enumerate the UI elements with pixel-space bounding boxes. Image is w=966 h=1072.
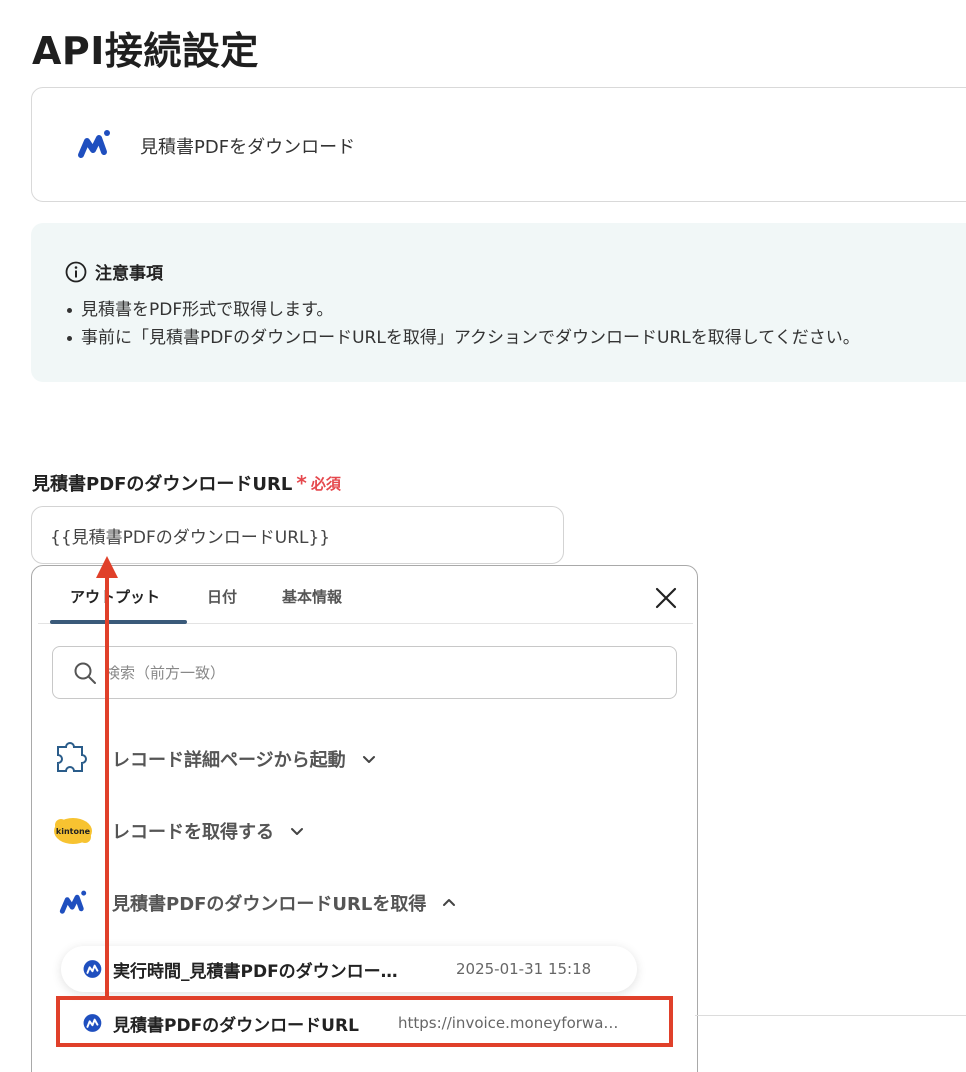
- action-card: 見積書PDFをダウンロード: [31, 87, 966, 202]
- group-get-download-url[interactable]: 見積書PDFのダウンロードURLを取得: [52, 883, 458, 923]
- action-label: 見積書PDFをダウンロード: [140, 137, 356, 158]
- output-item-execution-time[interactable]: 実行時間_見積書PDFのダウンロー… 2025-01-31 15:18: [61, 946, 637, 992]
- group-title: 見積書PDFのダウンロードURLを取得: [112, 894, 427, 915]
- annotation-highlight-box: [56, 996, 673, 1047]
- chevron-down-icon: [362, 756, 375, 763]
- moneyforward-logo-icon: [78, 130, 110, 158]
- page-title: API接続設定: [32, 29, 259, 73]
- tab-output[interactable]: アウトプット: [70, 586, 160, 607]
- puzzle-icon: [52, 739, 94, 779]
- notice-heading-row: 注意事項: [65, 259, 163, 284]
- kintone-logo-text: kintone: [56, 827, 91, 836]
- download-url-value: {{見積書PDFのダウンロードURL}}: [50, 527, 331, 548]
- field-label-row: 見積書PDFのダウンロードURL * 必須: [32, 470, 341, 496]
- notice-box: 注意事項 見積書をPDF形式で取得します。 事前に「見積書PDFのダウンロードU…: [31, 223, 966, 382]
- close-icon[interactable]: [652, 584, 680, 612]
- notice-list: 見積書をPDF形式で取得します。 事前に「見積書PDFのダウンロードURLを取得…: [65, 296, 860, 352]
- active-tab-indicator: [50, 620, 187, 624]
- output-item-name: 実行時間_見積書PDFのダウンロー…: [113, 961, 398, 982]
- output-item-value: 2025-01-31 15:18: [456, 960, 592, 978]
- notice-item: 事前に「見積書PDFのダウンロードURLを取得」アクションでダウンロードURLを…: [65, 324, 860, 352]
- required-text: 必須: [310, 474, 341, 493]
- notice-heading: 注意事項: [95, 264, 163, 284]
- tab-bar: アウトプット 日付 基本情報: [38, 566, 693, 624]
- moneyforward-logo-icon: [52, 883, 94, 923]
- tab-date[interactable]: 日付: [207, 586, 237, 607]
- chevron-down-icon: [291, 828, 303, 835]
- required-star: *: [296, 471, 307, 495]
- search-input[interactable]: [105, 663, 605, 682]
- download-url-input[interactable]: {{見積書PDFのダウンロードURL}}: [31, 506, 564, 564]
- chevron-up-icon: [443, 899, 456, 906]
- search-box: [52, 646, 677, 699]
- divider: [695, 1015, 966, 1016]
- info-icon: [65, 261, 87, 282]
- group-record-detail[interactable]: レコード詳細ページから起動: [52, 739, 378, 779]
- group-get-records[interactable]: kintone レコードを取得する: [52, 811, 306, 851]
- moneyforward-logo-icon: [83, 960, 102, 978]
- search-icon: [74, 662, 96, 684]
- field-label: 見積書PDFのダウンロードURL: [32, 474, 293, 495]
- group-title: レコードを取得する: [112, 822, 274, 843]
- kintone-logo-icon: kintone: [52, 811, 94, 851]
- tab-basic-info[interactable]: 基本情報: [282, 586, 342, 607]
- group-title: レコード詳細ページから起動: [112, 750, 346, 771]
- notice-item: 見積書をPDF形式で取得します。: [65, 296, 860, 324]
